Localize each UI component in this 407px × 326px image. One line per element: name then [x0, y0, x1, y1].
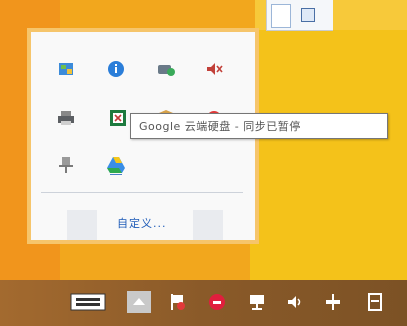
network-icon[interactable] [320, 290, 346, 314]
google-drive-icon[interactable] [105, 154, 127, 176]
info-icon[interactable] [105, 58, 127, 80]
printer-icon[interactable] [55, 107, 77, 129]
window-fragment [266, 0, 333, 31]
stop-icon[interactable] [204, 290, 230, 314]
keyboard-icon[interactable] [68, 290, 108, 314]
excel-sheet-icon[interactable] [107, 107, 129, 129]
network-map-icon[interactable] [55, 58, 77, 80]
flag-icon[interactable] [164, 290, 190, 314]
action-center-icon[interactable] [362, 290, 388, 314]
document-icon [301, 8, 315, 22]
show-hidden-arrow-icon[interactable] [126, 290, 152, 314]
monitor-icon[interactable] [244, 290, 270, 314]
panel-divider [41, 192, 243, 193]
volume-icon[interactable] [282, 290, 308, 314]
tooltip: Google 云端硬盘 - 同步已暂停 [130, 113, 388, 139]
wallpaper-yellow [250, 30, 407, 280]
speaker-muted-icon[interactable] [203, 58, 225, 80]
empty-slot-left [67, 210, 97, 240]
customize-link[interactable]: 自定义... [117, 215, 167, 231]
sync-chat-icon[interactable] [155, 58, 177, 80]
empty-slot-right [193, 210, 223, 240]
pin-icon[interactable] [55, 154, 77, 176]
selected-item [271, 4, 291, 28]
taskbar [0, 280, 407, 326]
